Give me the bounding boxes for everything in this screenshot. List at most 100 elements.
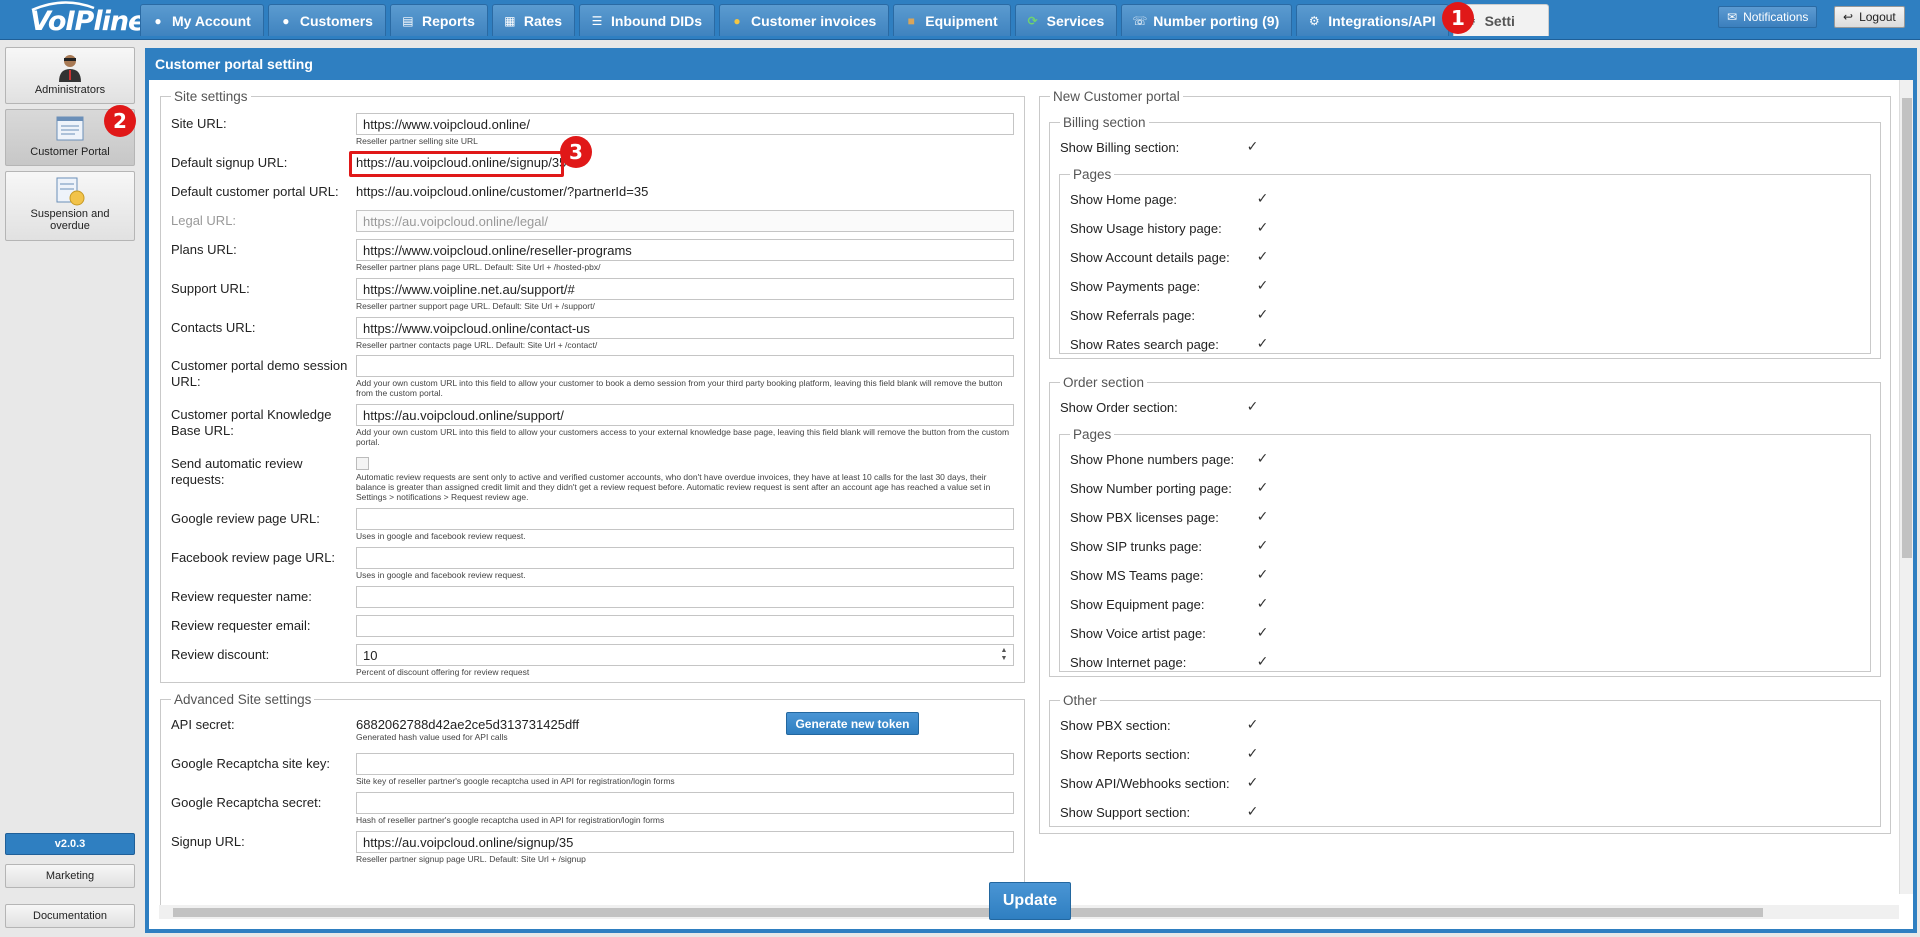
- show-support-section-checkbox[interactable]: ✓: [1246, 804, 1259, 818]
- show-pbx-licenses-page-checkbox[interactable]: ✓: [1256, 509, 1269, 523]
- show-pbx-licenses-page-label: Show PBX licenses page:: [1070, 510, 1219, 525]
- settings-scroll-area: Site settings Site URL: https://www.voip…: [149, 80, 1899, 905]
- new-customer-portal-section: New Customer portal Billing section Show…: [1039, 89, 1891, 834]
- signup-url-input[interactable]: https://au.voipcloud.online/signup/35: [356, 831, 1014, 853]
- notifications-button[interactable]: ✉ Notifications: [1718, 6, 1818, 28]
- logout-button[interactable]: ↩ Logout: [1834, 6, 1905, 28]
- show-api-webhooks-section-checkbox[interactable]: ✓: [1246, 775, 1259, 789]
- default-customer-portal-url-value[interactable]: https://au.voipcloud.online/customer/?pa…: [356, 184, 648, 199]
- show-phone-numbers-page-checkbox[interactable]: ✓: [1256, 451, 1269, 465]
- show-ms-teams-page-label: Show MS Teams page:: [1070, 568, 1204, 583]
- voipline-logo[interactable]: VoIPline: [22, 1, 144, 37]
- tab-reports[interactable]: ▤ Reports: [389, 4, 488, 36]
- horizontal-scrollbar-thumb[interactable]: [173, 908, 1763, 917]
- show-api-webhooks-section-label: Show API/Webhooks section:: [1060, 776, 1230, 791]
- show-order-section-checkbox[interactable]: ✓: [1246, 399, 1259, 413]
- plans-url-input[interactable]: https://www.voipcloud.online/reseller-pr…: [356, 239, 1014, 261]
- site-settings-section: Site settings Site URL: https://www.voip…: [160, 89, 1025, 683]
- show-equipment-page-checkbox[interactable]: ✓: [1256, 596, 1269, 610]
- show-reports-section-checkbox[interactable]: ✓: [1246, 746, 1259, 760]
- show-pbx-section-checkbox[interactable]: ✓: [1246, 717, 1259, 731]
- show-home-page-checkbox[interactable]: ✓: [1256, 191, 1269, 205]
- show-voice-artist-page-checkbox[interactable]: ✓: [1256, 625, 1269, 639]
- show-sip-trunks-page-checkbox[interactable]: ✓: [1256, 538, 1269, 552]
- marketing-button[interactable]: Marketing: [5, 864, 135, 888]
- version-badge: v2.0.3: [5, 833, 135, 855]
- cycle-icon: ⟳: [1027, 13, 1038, 28]
- signup-url-hint: Reseller partner signup page URL. Defaul…: [356, 854, 586, 864]
- show-payments-page-label: Show Payments page:: [1070, 279, 1201, 294]
- api-secret-hint: Generated hash value used for API calls: [356, 732, 508, 742]
- generate-new-token-button[interactable]: Generate new token: [786, 712, 919, 735]
- documentation-button[interactable]: Documentation: [5, 904, 135, 928]
- tab-inbound-dids[interactable]: ☰ Inbound DIDs: [579, 4, 716, 36]
- show-voice-artist-page-label: Show Voice artist page:: [1070, 626, 1206, 641]
- plans-url-label: Plans URL:: [171, 242, 237, 257]
- show-account-details-page-checkbox[interactable]: ✓: [1256, 249, 1269, 263]
- recaptcha-secret-input[interactable]: [356, 792, 1014, 814]
- show-support-section-label: Show Support section:: [1060, 805, 1191, 820]
- show-number-porting-page-label: Show Number porting page:: [1070, 481, 1232, 496]
- svg-text:VoIPline: VoIPline: [30, 6, 144, 37]
- order-pages-legend: Pages: [1073, 427, 1112, 442]
- contacts-url-hint: Reseller partner contacts page URL. Defa…: [356, 340, 598, 350]
- show-sip-trunks-page-label: Show SIP trunks page:: [1070, 539, 1203, 554]
- recaptcha-site-key-label: Google Recaptcha site key:: [171, 756, 330, 771]
- portal-icon: [56, 116, 84, 141]
- tab-number-porting[interactable]: ☏ Number porting (9): [1121, 4, 1293, 36]
- legal-url-input[interactable]: https://au.voipcloud.online/legal/: [356, 210, 1014, 232]
- show-rates-search-page-label: Show Rates search page:: [1070, 337, 1219, 352]
- send-review-requests-hint: Automatic review requests are sent only …: [356, 472, 991, 502]
- annotation-badge-3: 3: [560, 136, 592, 168]
- vertical-scrollbar[interactable]: [1899, 80, 1913, 894]
- order-pages-section: Pages Show Phone numbers page: ✓ Show Nu…: [1059, 427, 1871, 672]
- tab-rates[interactable]: ▦ Rates: [491, 4, 576, 36]
- spinner-arrows-icon[interactable]: ▲ ▼: [999, 647, 1009, 663]
- review-requester-name-input[interactable]: [356, 586, 1014, 608]
- advanced-site-settings-legend: Advanced Site settings: [174, 692, 312, 707]
- tab-my-account[interactable]: ● My Account: [140, 4, 264, 36]
- show-number-porting-page-checkbox[interactable]: ✓: [1256, 480, 1269, 494]
- site-url-input[interactable]: https://www.voipcloud.online/: [356, 113, 1014, 135]
- knowledge-base-url-hint: Add your own custom URL into this field …: [356, 427, 1010, 447]
- envelope-icon: ✉: [1727, 10, 1738, 24]
- show-usage-history-page-checkbox[interactable]: ✓: [1256, 220, 1269, 234]
- tab-services[interactable]: ⟳ Services: [1014, 4, 1118, 36]
- tab-integrations-api[interactable]: ⚙ Integrations/API: [1296, 4, 1449, 36]
- sidebar-item-administrators[interactable]: Administrators: [5, 47, 135, 104]
- order-section: Order section Show Order section: ✓ Page…: [1049, 375, 1881, 677]
- default-customer-portal-url-label: Default customer portal URL:: [171, 184, 339, 199]
- knowledge-base-url-input[interactable]: https://au.voipcloud.online/support/: [356, 404, 1014, 426]
- logout-icon: ↩: [1843, 10, 1854, 24]
- show-billing-section-checkbox[interactable]: ✓: [1246, 139, 1259, 153]
- site-url-label: Site URL:: [171, 116, 227, 131]
- facebook-review-url-input[interactable]: [356, 547, 1014, 569]
- show-referrals-page-checkbox[interactable]: ✓: [1256, 307, 1269, 321]
- review-requester-email-input[interactable]: [356, 615, 1014, 637]
- tab-customers[interactable]: ● Customers: [267, 4, 386, 36]
- vertical-scrollbar-thumb[interactable]: [1902, 98, 1912, 558]
- show-internet-page-checkbox[interactable]: ✓: [1256, 654, 1269, 668]
- recaptcha-secret-label: Google Recaptcha secret:: [171, 795, 322, 810]
- google-review-url-input[interactable]: [356, 508, 1014, 530]
- table-icon: ▦: [504, 13, 516, 28]
- sidebar-item-suspension-and-overdue[interactable]: Suspension and overdue: [5, 171, 135, 241]
- billing-pages-legend: Pages: [1073, 167, 1112, 182]
- tab-equipment[interactable]: ■ Equipment: [893, 4, 1011, 36]
- review-discount-value: 10: [363, 648, 378, 663]
- facebook-review-url-label: Facebook review page URL:: [171, 550, 336, 565]
- order-section-legend: Order section: [1063, 375, 1145, 390]
- customer-portal-settings-panel: Customer portal setting Site settings Si…: [145, 48, 1917, 933]
- show-ms-teams-page-checkbox[interactable]: ✓: [1256, 567, 1269, 581]
- support-url-input[interactable]: https://www.voipline.net.au/support/#: [356, 278, 1014, 300]
- send-review-requests-checkbox[interactable]: [356, 457, 369, 470]
- contacts-url-input[interactable]: https://www.voipcloud.online/contact-us: [356, 317, 1014, 339]
- tab-customer-invoices[interactable]: ● Customer invoices: [719, 4, 890, 36]
- update-button[interactable]: Update: [989, 882, 1071, 920]
- show-payments-page-checkbox[interactable]: ✓: [1256, 278, 1269, 292]
- recaptcha-site-key-input[interactable]: [356, 753, 1014, 775]
- review-discount-input[interactable]: 10 ▲ ▼: [356, 644, 1014, 666]
- show-rates-search-page-checkbox[interactable]: ✓: [1256, 336, 1269, 350]
- demo-session-url-input[interactable]: [356, 355, 1014, 377]
- demo-session-url-hint: Add your own custom URL into this field …: [356, 378, 1003, 398]
